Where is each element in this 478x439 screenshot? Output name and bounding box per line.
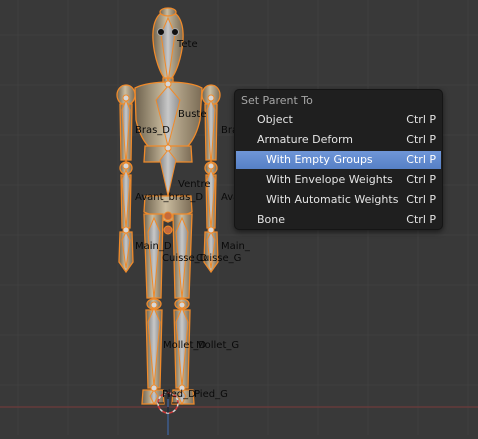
menu-item-shortcut: Ctrl P (406, 113, 436, 126)
bone-label-ventre: Ventre (178, 179, 211, 190)
set-parent-menu: Set Parent To Object Ctrl P Armature Def… (234, 89, 443, 230)
bone-label-pied-g: Pied_G (194, 389, 228, 400)
menu-item-shortcut: Ctrl P (406, 193, 436, 206)
menu-item-label: Object (257, 113, 293, 126)
bone-label-pied-d: Pied_D (162, 389, 196, 400)
menu-item-shortcut: Ctrl P (406, 133, 436, 146)
menu-item-object[interactable]: Object Ctrl P (236, 111, 441, 129)
bone-label-main-d: Main_D (135, 241, 172, 252)
menu-item-label: With Automatic Weights (266, 193, 399, 206)
bone-label-buste: Buste (178, 109, 207, 120)
menu-item-label: With Empty Groups (266, 153, 373, 166)
menu-item-armature-deform[interactable]: Armature Deform Ctrl P (236, 131, 441, 149)
bone-label-avant-bras-d: Avant_bras_D (135, 192, 204, 203)
bone-label-tete: Tete (177, 39, 198, 50)
menu-item-with-envelope-weights[interactable]: With Envelope Weights Ctrl P (236, 171, 441, 189)
bone-label-cuisse-g: Cuisse_G (196, 253, 242, 264)
menu-item-label: Armature Deform (257, 133, 354, 146)
menu-item-bone[interactable]: Bone Ctrl P (236, 211, 441, 229)
menu-item-label: Bone (257, 213, 286, 226)
menu-item-shortcut: Ctrl P (406, 153, 436, 166)
menu-item-label: With Envelope Weights (266, 173, 393, 186)
menu-item-with-empty-groups[interactable]: With Empty Groups Ctrl P (236, 151, 441, 169)
menu-item-shortcut: Ctrl P (406, 173, 436, 186)
bone-label-main-g: Main_ (221, 241, 250, 252)
bone-label-bras-d: Bras_D (135, 125, 171, 136)
menu-item-shortcut: Ctrl P (406, 213, 436, 226)
menu-title: Set Parent To (241, 94, 313, 107)
bone-label-mollet-g: Mollet_G (196, 340, 240, 351)
menu-item-with-automatic-weights[interactable]: With Automatic Weights Ctrl P (236, 191, 441, 209)
